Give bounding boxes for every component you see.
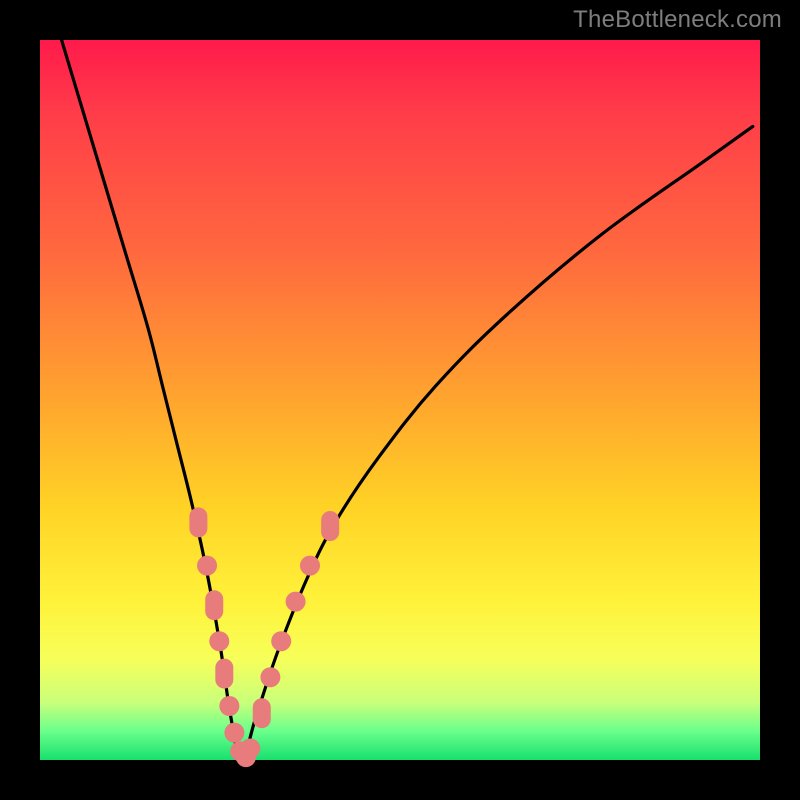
curve-svg <box>40 40 760 760</box>
curve-marker <box>300 556 320 576</box>
curve-marker <box>205 590 223 620</box>
curve-markers <box>189 507 339 767</box>
bottleneck-curve-line <box>62 40 753 760</box>
curve-marker <box>260 667 280 687</box>
curve-marker <box>215 659 233 689</box>
curve-marker <box>224 723 244 743</box>
watermark-text: TheBottleneck.com <box>573 6 782 34</box>
plot-area <box>40 40 760 760</box>
curve-marker <box>219 696 239 716</box>
chart-frame: TheBottleneck.com <box>0 0 800 800</box>
curve-marker <box>321 511 339 541</box>
curve-marker <box>209 631 229 651</box>
curve-marker <box>197 556 217 576</box>
curve-marker <box>253 698 271 728</box>
curve-marker <box>189 507 207 537</box>
curve-marker <box>286 592 306 612</box>
curve-marker <box>271 631 291 651</box>
curve-marker <box>240 738 260 758</box>
